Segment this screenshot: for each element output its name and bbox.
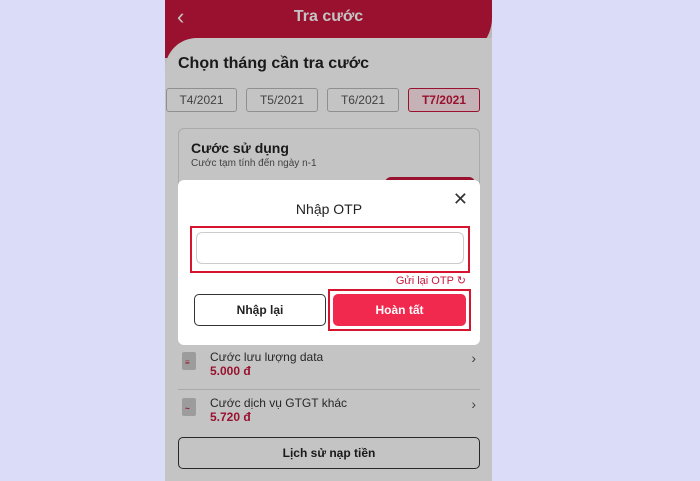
otp-dialog: Nhập OTP ✕ Gửi lại OTP ↻ Nhập lại Hoàn t… xyxy=(178,180,480,345)
otp-dialog-title: Nhập OTP xyxy=(295,201,363,217)
done-button[interactable]: Hoàn tất xyxy=(333,294,466,326)
close-icon[interactable]: ✕ xyxy=(453,190,468,208)
retry-button[interactable]: Nhập lại xyxy=(194,294,326,326)
resend-otp-label: Gửi lại OTP xyxy=(395,275,454,287)
otp-input-highlight xyxy=(190,226,470,273)
otp-input[interactable] xyxy=(196,232,464,264)
resend-otp-link[interactable]: Gửi lại OTP ↻ xyxy=(396,274,466,287)
refresh-icon: ↻ xyxy=(456,275,466,287)
done-button-highlight: Hoàn tất xyxy=(328,289,471,331)
